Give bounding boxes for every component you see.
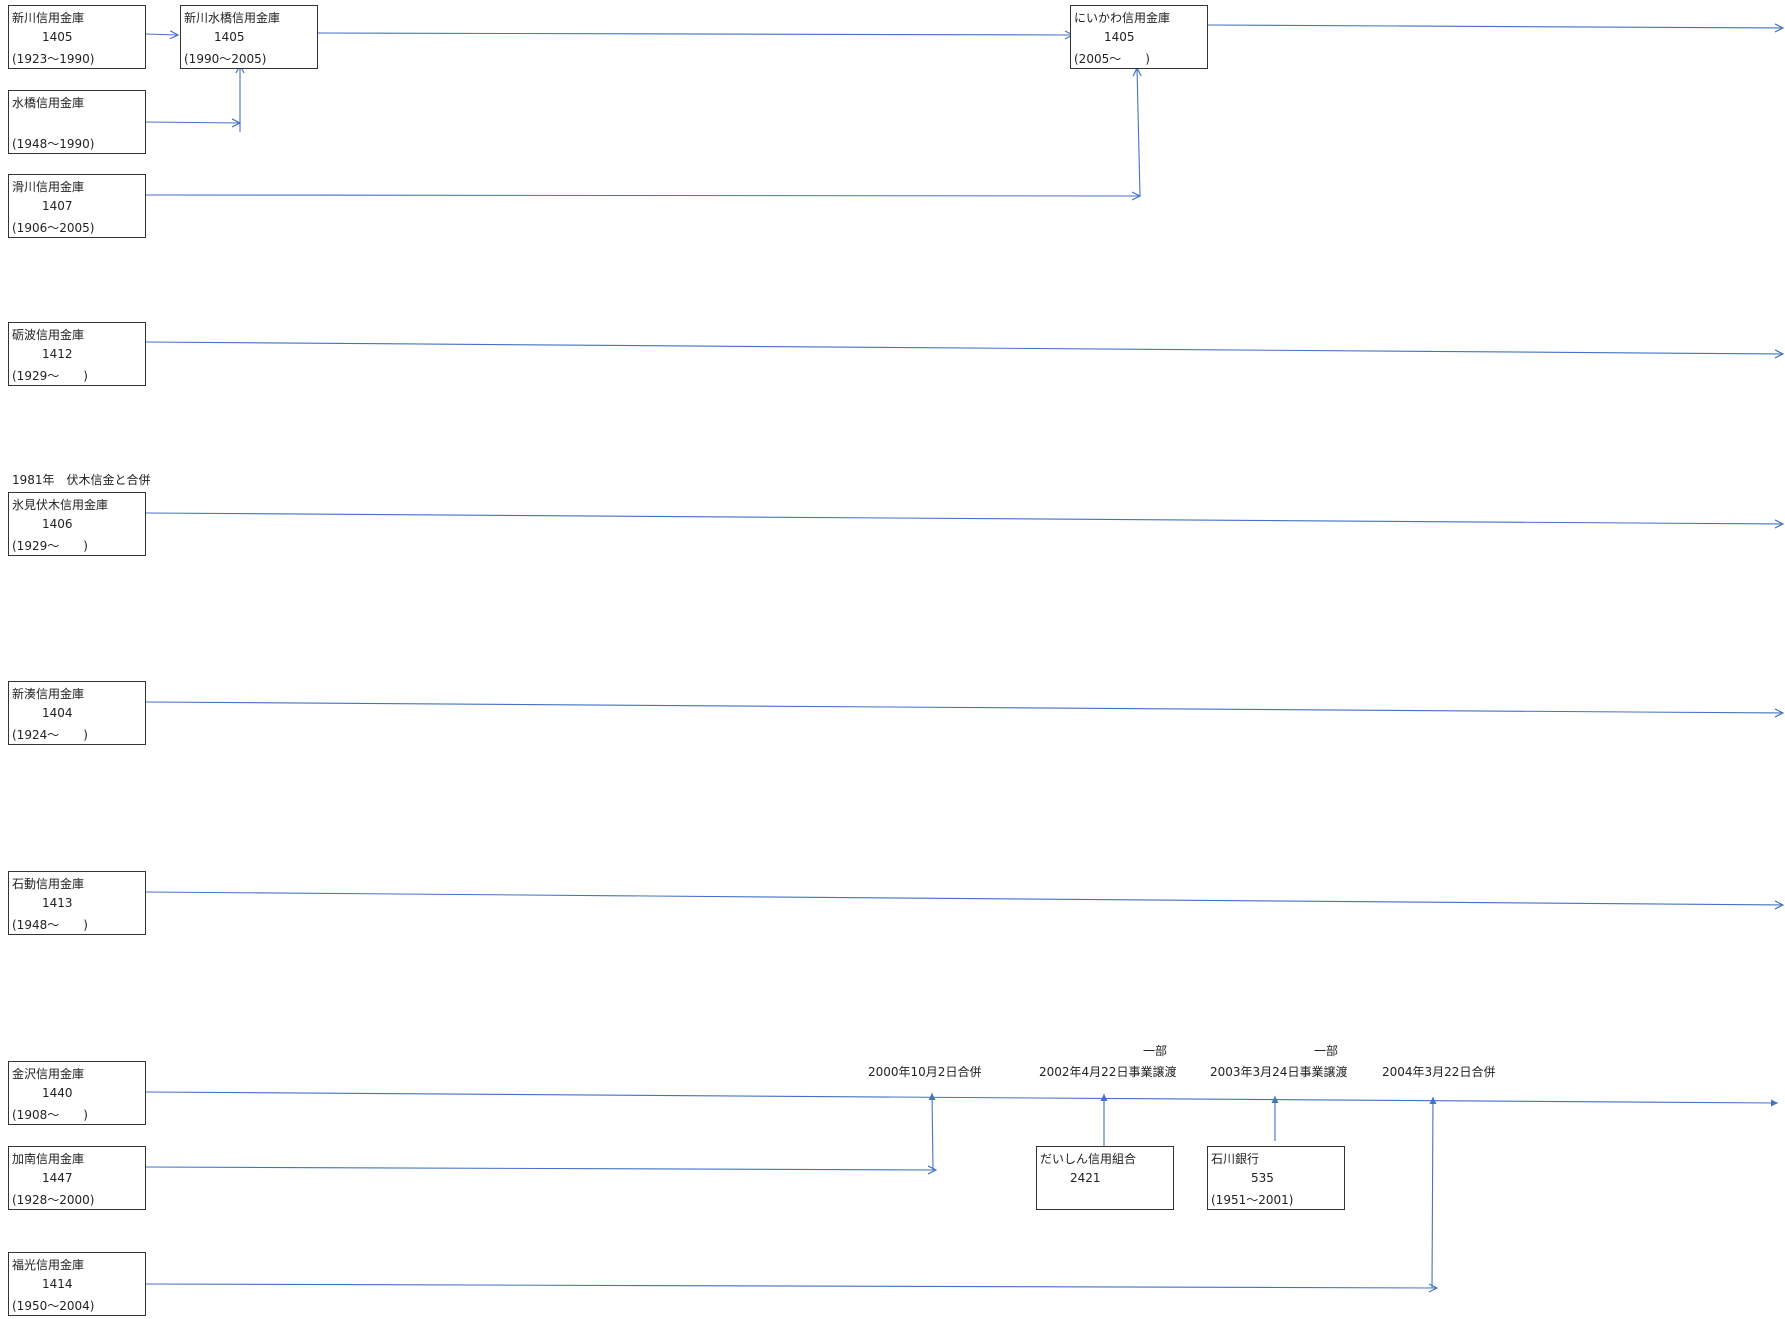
node-period: (1948～ ) (12, 918, 88, 932)
node-mizuhashi: 水橋信用金庫 (1948～1990) (8, 90, 146, 154)
node-period: (1923～1990) (12, 52, 95, 66)
node-name: だいしん信用組合 (1040, 1152, 1137, 1166)
node-name: にいかわ信用金庫 (1074, 11, 1171, 25)
event-2002-label: 2002年4月22日事業譲渡 (1039, 1065, 1177, 1079)
node-name: 加南信用金庫 (12, 1152, 85, 1166)
connector-namerikawa-horizontal (145, 195, 1140, 196)
lineage-diagram: 新川信用金庫 1405 (1923～1990) 新川水橋信用金庫 1405 (1… (0, 0, 1785, 1319)
node-isurugi: 石動信用金庫 1413 (1948～ ) (8, 871, 146, 935)
node-code: 1447 (42, 1171, 73, 1185)
connector-shinminato-continues (145, 701, 1783, 713)
node-period: (1950～2004) (12, 1299, 95, 1313)
node-period: (1906～2005) (12, 221, 95, 235)
node-period: (1951～2001) (1211, 1193, 1294, 1207)
connector-fukumitsu-horizontal (145, 1284, 1437, 1288)
node-period: (1929～ ) (12, 369, 88, 383)
node-niikawa: にいかわ信用金庫 1405 (2005～ ) (1070, 5, 1208, 69)
node-period: (1908～ ) (12, 1108, 88, 1122)
event-2004-label: 2004年3月22日合併 (1382, 1065, 1496, 1079)
event-2003-part-label: 一部 (1314, 1044, 1339, 1058)
node-code: 1412 (42, 347, 73, 361)
connector-shinkawa-mizuhashi-to-niikawa (317, 33, 1073, 35)
node-name: 新川信用金庫 (12, 11, 85, 25)
connector-isurugi-continues (145, 891, 1783, 905)
node-name: 金沢信用金庫 (12, 1067, 85, 1081)
node-name: 新川水橋信用金庫 (184, 11, 281, 25)
node-period: (1948～1990) (12, 137, 95, 151)
node-period: (1990～2005) (184, 52, 267, 66)
node-name: 福光信用金庫 (12, 1258, 85, 1272)
node-period: (2005～ ) (1074, 52, 1150, 66)
event-2000-label: 2000年10月2日合併 (868, 1065, 982, 1079)
node-code: 1413 (42, 896, 73, 910)
connector-shinkawa-to-shinkawa-mizuhashi (145, 34, 178, 35)
node-daishin: だいしん信用組合 2421 (1036, 1146, 1174, 1210)
node-shinminato: 新湊信用金庫 1404 (1924～ ) (8, 681, 146, 745)
node-period: (1929～ ) (12, 539, 88, 553)
node-code: 1407 (42, 199, 73, 213)
event-2002-part-label: 一部 (1143, 1044, 1168, 1058)
node-fukumitsu: 福光信用金庫 1414 (1950～2004) (8, 1252, 146, 1316)
node-shinkawa: 新川信用金庫 1405 (1923～1990) (8, 5, 146, 69)
node-period: (1924～ ) (12, 728, 88, 742)
connector-fukumitsu-vertical (1429, 1096, 1437, 1289)
connector-kanan-vertical (928, 1092, 936, 1171)
connector-namerikawa-vertical (1137, 68, 1140, 197)
node-period: (1928～2000) (12, 1193, 95, 1207)
node-name: 氷見伏木信用金庫 (12, 498, 109, 512)
connector-himi-fushiki-continues (145, 512, 1783, 524)
node-name: 水橋信用金庫 (12, 96, 85, 110)
node-shinkawa-mizuhashi: 新川水橋信用金庫 1405 (1990～2005) (180, 5, 318, 69)
node-name: 滑川信用金庫 (12, 180, 85, 194)
node-namerikawa: 滑川信用金庫 1407 (1906～2005) (8, 174, 146, 238)
node-code: 1405 (1104, 30, 1135, 44)
connector-kanan-horizontal (145, 1167, 936, 1170)
connector-layer (145, 0, 1785, 1319)
node-ishikawa-bank: 石川銀行 535 (1951～2001) (1207, 1146, 1345, 1210)
node-kanan: 加南信用金庫 1447 (1928～2000) (8, 1146, 146, 1210)
node-code: 1440 (42, 1086, 73, 1100)
node-himi-fushiki: 氷見伏木信用金庫 1406 (1929～ ) (8, 492, 146, 556)
node-name: 石動信用金庫 (12, 877, 85, 891)
connector-mizuhashi-horizontal (145, 122, 240, 123)
connector-tonami-continues (145, 341, 1783, 354)
node-code: 1404 (42, 706, 73, 720)
node-code: 535 (1251, 1171, 1274, 1185)
node-code: 1414 (42, 1277, 73, 1291)
node-code: 1405 (214, 30, 245, 44)
node-name: 砺波信用金庫 (12, 328, 85, 342)
event-2003-label: 2003年3月24日事業譲渡 (1210, 1065, 1348, 1079)
connector-kanazawa-continues (145, 1091, 1779, 1107)
connector-niikawa-continues (1207, 25, 1783, 28)
node-name: 新湊信用金庫 (12, 687, 85, 701)
node-kanazawa: 金沢信用金庫 1440 (1908～ ) (8, 1061, 146, 1125)
node-name: 石川銀行 (1211, 1152, 1260, 1166)
node-code: 1405 (42, 30, 73, 44)
node-tonami: 砺波信用金庫 1412 (1929～ ) (8, 322, 146, 386)
node-code: 1406 (42, 517, 73, 531)
node-code: 2421 (1070, 1171, 1101, 1185)
himi-merger-note: 1981年 伏木信金と合併 (12, 473, 151, 487)
